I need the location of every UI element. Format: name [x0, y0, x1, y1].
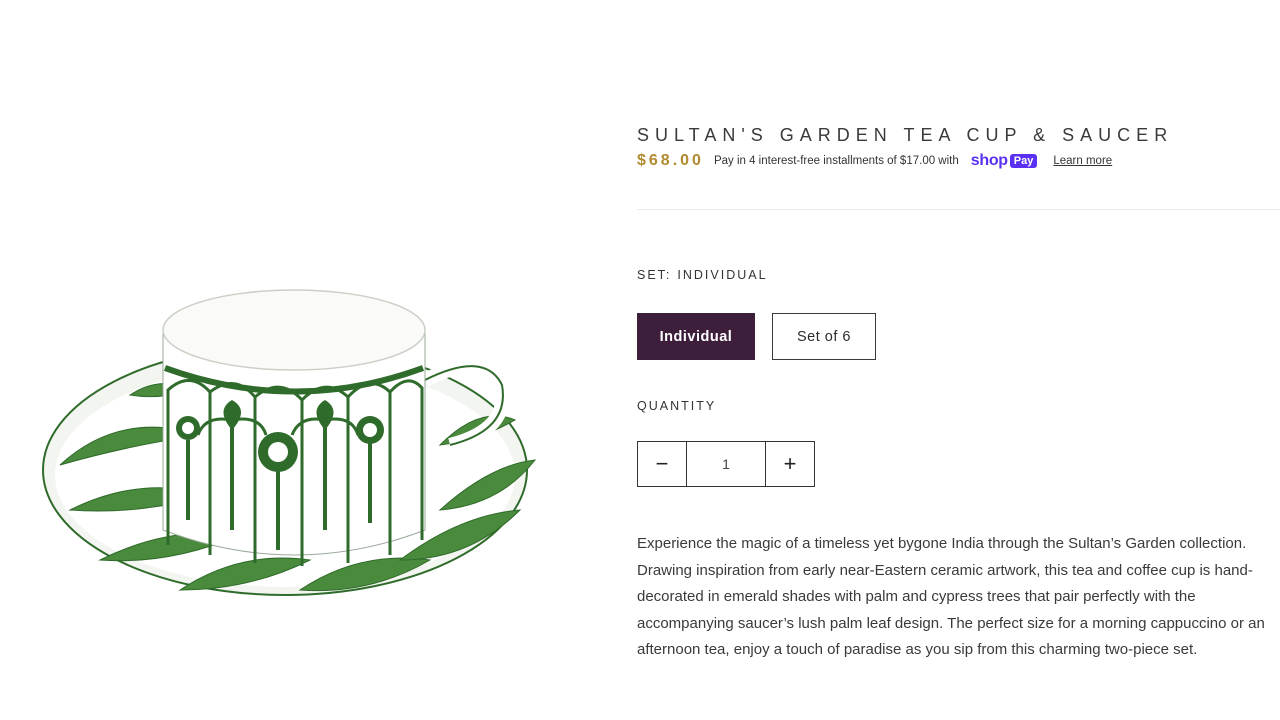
option-individual-button[interactable]: Individual — [637, 313, 755, 360]
set-label-prefix: SET: — [637, 268, 672, 282]
option-set-of-6-button[interactable]: Set of 6 — [772, 313, 876, 360]
shop-word: shop — [970, 152, 1008, 169]
pay-badge: Pay — [1009, 154, 1038, 168]
product-image — [40, 270, 550, 620]
learn-more-link[interactable]: Learn more — [1053, 155, 1112, 167]
set-label: SET: INDIVIDUAL — [637, 268, 768, 282]
divider — [637, 209, 1280, 210]
shop-pay-logo: shop Pay — [971, 152, 1038, 170]
product-price: $68.00 — [637, 152, 704, 169]
product-description: Experience the magic of a timeless yet b… — [637, 535, 1265, 658]
installments-text: Pay in 4 interest-free installments of $… — [713, 155, 959, 167]
product-title: Sultan's Garden Tea Cup & Saucer — [637, 113, 1277, 141]
quantity-increase-button[interactable]: + — [765, 442, 814, 486]
minus-icon: − — [655, 451, 669, 476]
price-row: $68.00 Pay in 4 interest-free installmen… — [637, 152, 1112, 170]
quantity-decrease-button[interactable]: − — [638, 442, 687, 486]
plus-icon: + — [783, 451, 797, 476]
quantity-stepper: − 1 + — [637, 441, 815, 487]
quantity-input[interactable]: 1 — [687, 442, 765, 486]
set-selected-value: INDIVIDUAL — [677, 268, 768, 282]
quantity-label: QUANTITY — [637, 399, 717, 413]
product-title-text: Sultan's Garden Tea Cup & Saucer — [637, 125, 1174, 141]
